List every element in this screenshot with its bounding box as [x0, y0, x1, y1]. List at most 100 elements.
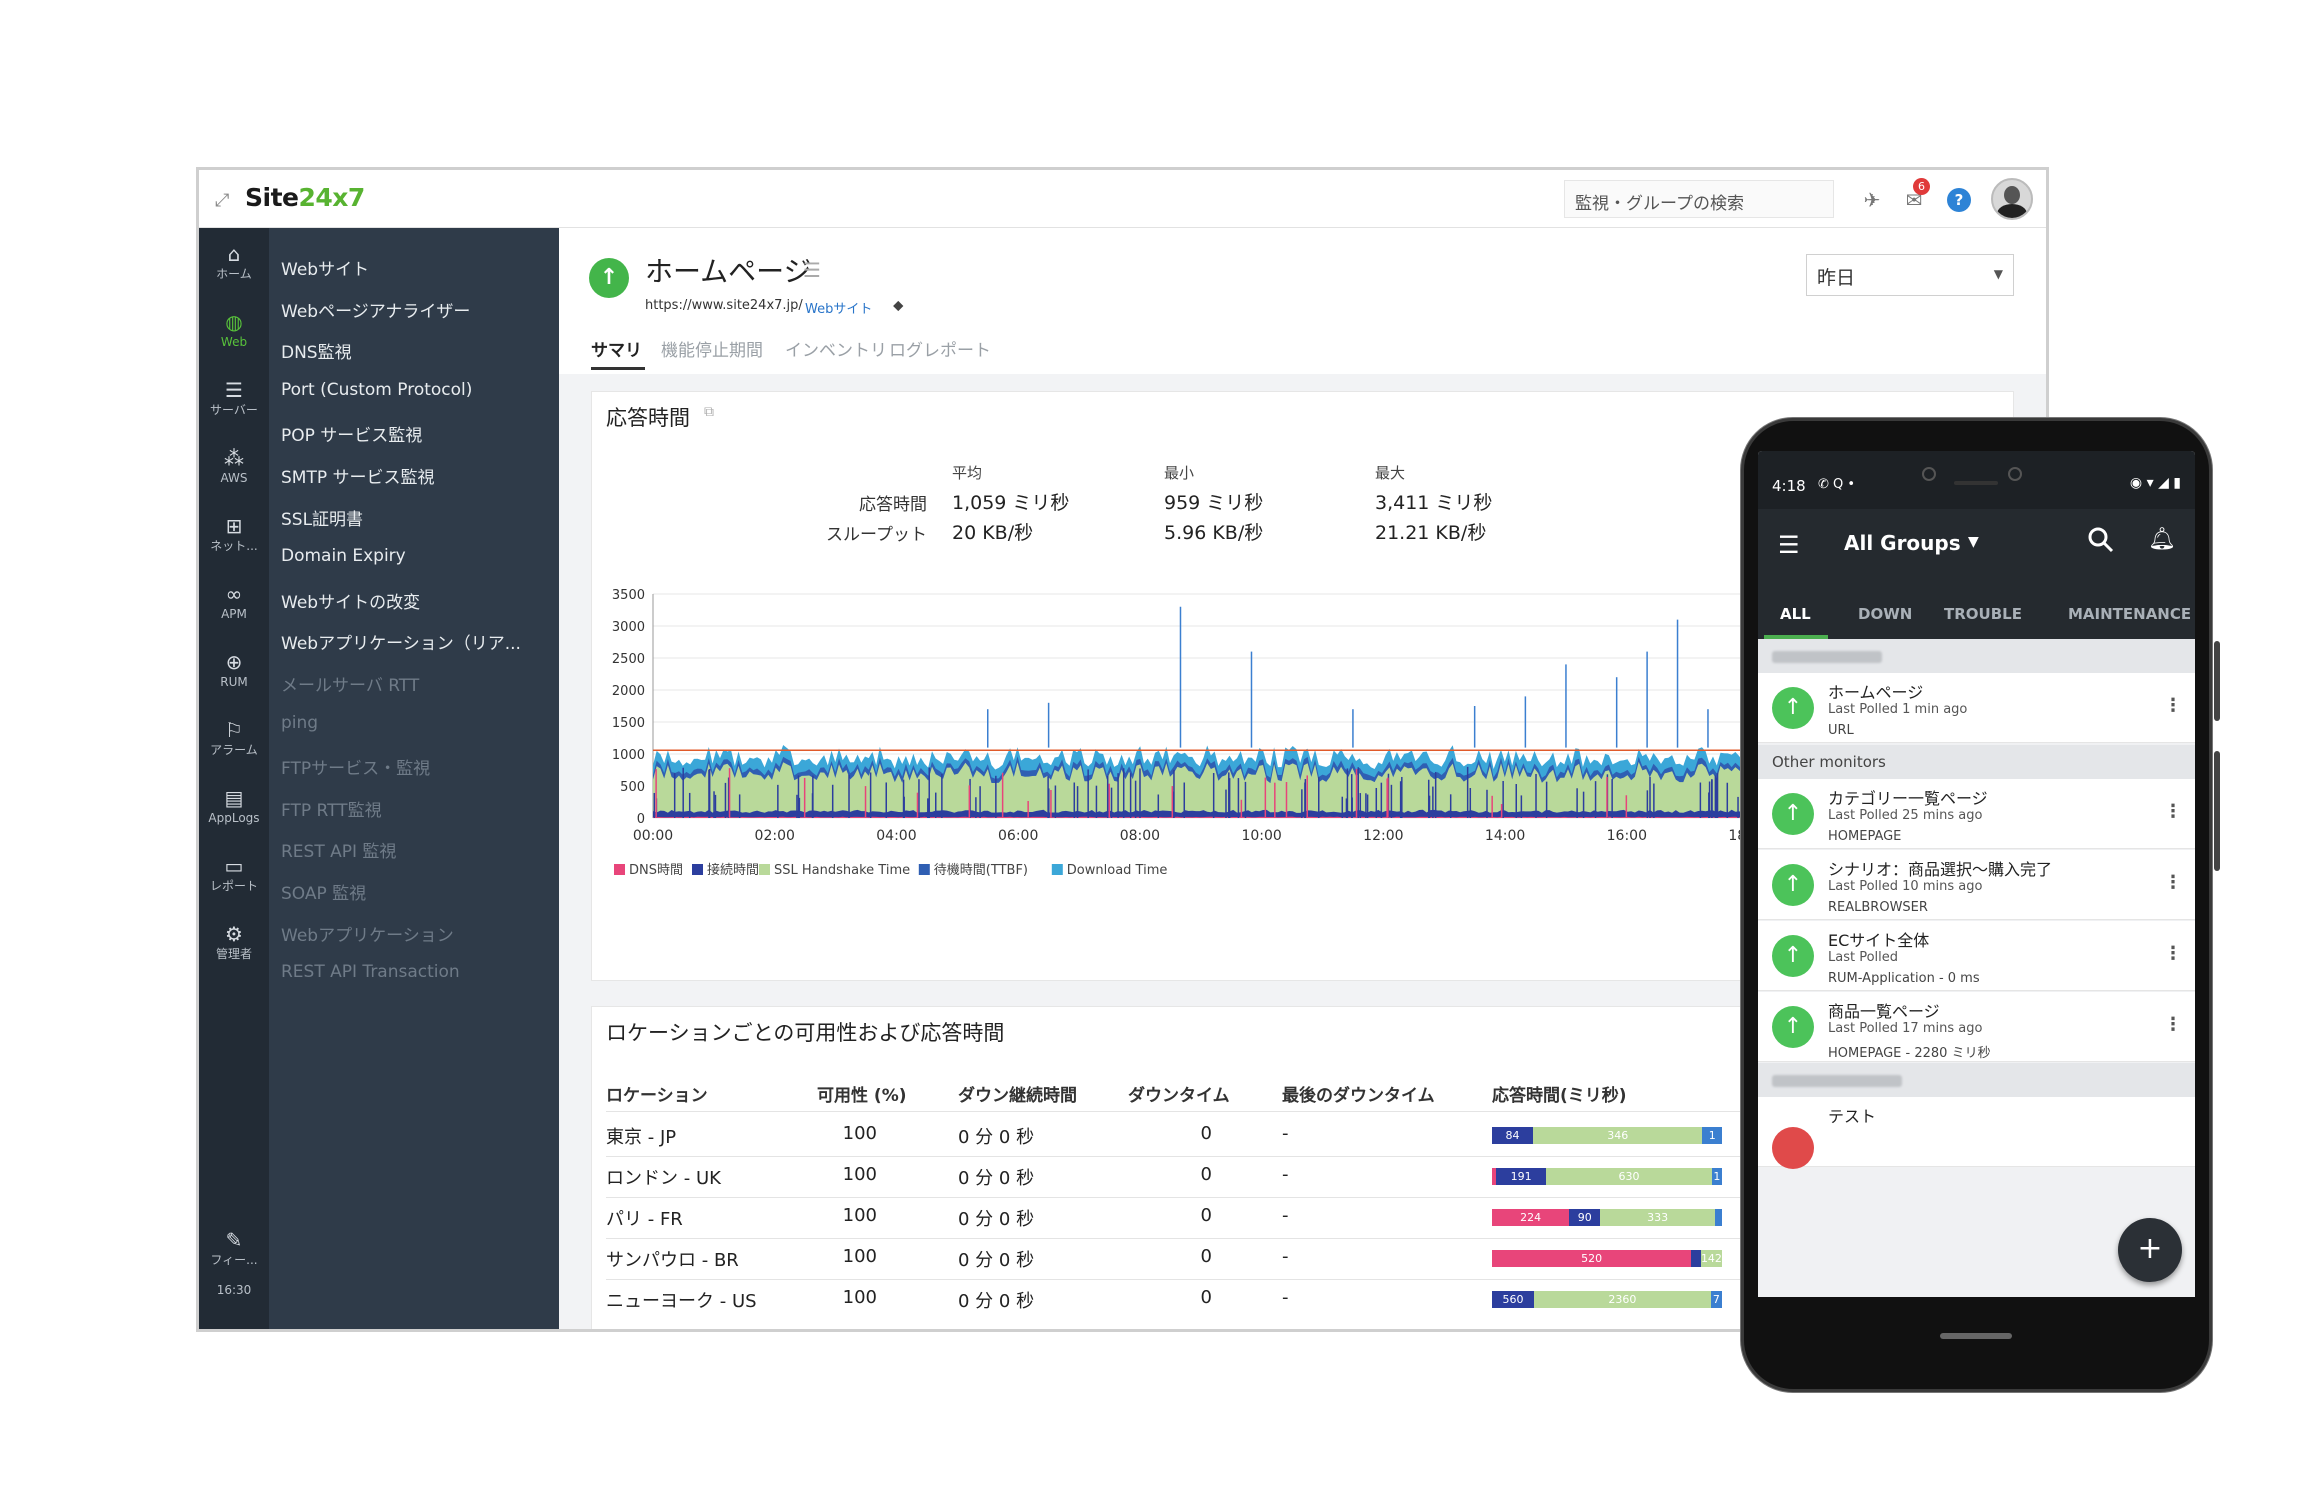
expand-icon[interactable]: ⤢: [215, 190, 229, 211]
nav-item-aws[interactable]: ⁂ AWS: [199, 446, 269, 486]
more-options-icon[interactable]: ⋮: [2164, 695, 2182, 716]
submenu-item[interactable]: Webサイトの改変: [281, 588, 420, 613]
monitor-row[interactable]: テスト: [1758, 1097, 2195, 1169]
submenu-item[interactable]: Webアプリケーション: [281, 921, 454, 946]
nav-item-label: AppLogs: [208, 811, 260, 825]
submenu-item[interactable]: FTP RTT監視: [281, 796, 382, 821]
tab-outages[interactable]: 機能停止期間: [661, 336, 763, 361]
response-bar-segment[interactable]: 1: [1711, 1168, 1722, 1185]
add-monitor-button[interactable]: +: [2118, 1218, 2182, 1282]
submenu-item[interactable]: SMTP サービス監視: [281, 463, 435, 488]
response-bar-segment[interactable]: 224: [1492, 1209, 1570, 1226]
nav-item-admin[interactable]: ⚙ 管理者: [199, 922, 269, 962]
response-bar-segment[interactable]: [1691, 1250, 1701, 1267]
tab-inventory[interactable]: インベントリ: [785, 336, 887, 361]
response-bar-segment[interactable]: 1: [1702, 1127, 1722, 1144]
more-options-icon[interactable]: ⋮: [2164, 943, 2182, 964]
group-header-other[interactable]: Other monitors: [1758, 745, 2195, 779]
site24x7-logo[interactable]: Site24x7: [245, 183, 365, 212]
submenu-item[interactable]: POP サービス監視: [281, 421, 422, 446]
monitor-row[interactable]: ↑ ホームページ Last Polled 1 min ago URL ⋮: [1758, 673, 2195, 743]
submenu-item[interactable]: Webアプリケーション（リア...: [281, 629, 521, 654]
response-bar-segment[interactable]: 142: [1700, 1250, 1722, 1267]
nav-item-applogs[interactable]: ▤ AppLogs: [199, 786, 269, 826]
nav-item-network[interactable]: ⊞ ネット...: [199, 514, 269, 554]
submenu-item[interactable]: Webページアナライザー: [281, 297, 470, 322]
submenu-item[interactable]: REST API Transaction: [281, 962, 460, 982]
tab-log-report[interactable]: ログレポート: [889, 336, 991, 361]
mtab-maintenance[interactable]: MAINTENANCE: [2068, 605, 2191, 623]
nav-item-feedback[interactable]: ✎ フィー... 16:30: [199, 1228, 269, 1298]
y-tick-label: 0: [637, 812, 645, 827]
monitor-row[interactable]: ↑ カテゴリー一覧ページ Last Polled 25 mins ago HOM…: [1758, 779, 2195, 849]
col-header-response: 応答時間(ミリ秒): [1492, 1086, 1627, 1106]
stat-throughput-avg: 20 KB/秒: [952, 522, 1034, 544]
search-icon[interactable]: [2088, 527, 2114, 553]
nav-item-server[interactable]: ☰ サーバー: [199, 378, 269, 418]
stat-response-min: 959 ミリ秒: [1164, 492, 1264, 514]
avatar[interactable]: [1991, 178, 2033, 220]
monitor-type-link[interactable]: Webサイト: [805, 298, 872, 317]
group-header-blurred[interactable]: [1758, 1063, 2195, 1097]
loc-down-duration: 0 分 0 秒: [958, 1291, 1035, 1312]
nav-item-alarm[interactable]: ⚐ アラーム: [199, 718, 269, 758]
dropdown-caret-icon[interactable]: ▼: [1968, 534, 1979, 550]
mtab-all[interactable]: ALL: [1780, 605, 1811, 623]
response-bar-segment[interactable]: 84: [1492, 1127, 1534, 1144]
bell-icon[interactable]: 🔔︎: [2148, 527, 2176, 552]
speaker-icon: [1954, 481, 1998, 485]
submenu-item[interactable]: DNS監視: [281, 338, 352, 363]
more-options-icon[interactable]: ⋮: [2164, 801, 2182, 822]
hamburger-menu-icon[interactable]: ☰: [1778, 531, 1800, 559]
mobile-title[interactable]: All Groups: [1844, 531, 1961, 555]
monitor-url[interactable]: https://www.site24x7.jp/: [645, 298, 803, 313]
nav-item-globe[interactable]: ◍ Web: [199, 310, 269, 350]
period-select[interactable]: 昨日 ▼: [1806, 254, 2014, 296]
response-bar-segment[interactable]: 630: [1546, 1168, 1712, 1185]
submenu-item[interactable]: FTPサービス・監視: [281, 754, 430, 779]
more-options-icon[interactable]: ⋮: [2164, 872, 2182, 893]
nav-item-home[interactable]: ⌂ ホーム: [199, 242, 269, 282]
response-bar-segment[interactable]: 346: [1533, 1127, 1703, 1144]
hamburger-menu-icon[interactable]: ☰: [803, 258, 821, 282]
external-link-icon[interactable]: ⧉: [704, 404, 714, 420]
legend-swatch: [759, 864, 770, 875]
response-bar-segment[interactable]: 191: [1496, 1168, 1547, 1185]
loc-last-down: -: [1282, 1123, 1289, 1144]
submenu-item[interactable]: SOAP 監視: [281, 879, 366, 904]
submenu-item[interactable]: メールサーバ RTT: [281, 671, 419, 696]
monitor-row[interactable]: ↑ ECサイト全体 Last Polled RUM-Application - …: [1758, 921, 2195, 991]
location-card-title: ロケーションごとの可用性および応答時間: [606, 1021, 1005, 1045]
stat-header-min: 最小: [1164, 464, 1195, 482]
loc-downtime: 0: [1200, 1205, 1212, 1226]
response-bar-segment[interactable]: 560: [1492, 1291, 1534, 1308]
monitor-search-input[interactable]: 監視・グループの検索: [1564, 180, 1834, 218]
response-bar-segment[interactable]: 2360: [1533, 1291, 1711, 1308]
response-bar-segment[interactable]: 90: [1569, 1209, 1601, 1226]
more-options-icon[interactable]: ⋮: [2164, 1014, 2182, 1035]
monitor-row[interactable]: ↑ 商品一覧ページ Last Polled 17 mins ago HOMEPA…: [1758, 992, 2195, 1062]
submenu-item[interactable]: Port (Custom Protocol): [281, 380, 472, 400]
response-bar-segment[interactable]: 333: [1600, 1209, 1716, 1226]
nav-item-binoculars[interactable]: ∞ APM: [199, 582, 269, 622]
mtab-trouble[interactable]: TROUBLE: [1944, 605, 2022, 623]
submenu-item[interactable]: SSL証明書: [281, 505, 363, 530]
tag-icon[interactable]: ⬥: [893, 296, 904, 314]
submenu-item[interactable]: Domain Expiry: [281, 546, 406, 566]
submenu-item[interactable]: ping: [281, 713, 318, 733]
nav-item-label: AWS: [220, 471, 248, 485]
tab-summary[interactable]: サマリ: [591, 336, 642, 361]
monitor-row[interactable]: ↑ シナリオ：商品選択～購入完了 Last Polled 10 mins ago…: [1758, 850, 2195, 920]
monitor-polled: Last Polled 25 mins ago: [1828, 808, 1983, 823]
response-bar-segment[interactable]: 7: [1710, 1291, 1722, 1308]
nav-item-report[interactable]: ▭ レポート: [199, 854, 269, 894]
group-header-blurred[interactable]: [1758, 639, 2195, 673]
announcement-icon[interactable]: ✈: [1859, 187, 1885, 213]
submenu-item[interactable]: REST API 監視: [281, 837, 396, 862]
nav-item-rum-globe[interactable]: ⊕ RUM: [199, 650, 269, 690]
response-bar-segment[interactable]: [1715, 1209, 1722, 1226]
submenu-item[interactable]: Webサイト: [281, 255, 369, 280]
mtab-down[interactable]: DOWN: [1858, 605, 1912, 623]
response-bar-segment[interactable]: 520: [1492, 1250, 1692, 1267]
help-icon[interactable]: ?: [1947, 188, 1971, 212]
